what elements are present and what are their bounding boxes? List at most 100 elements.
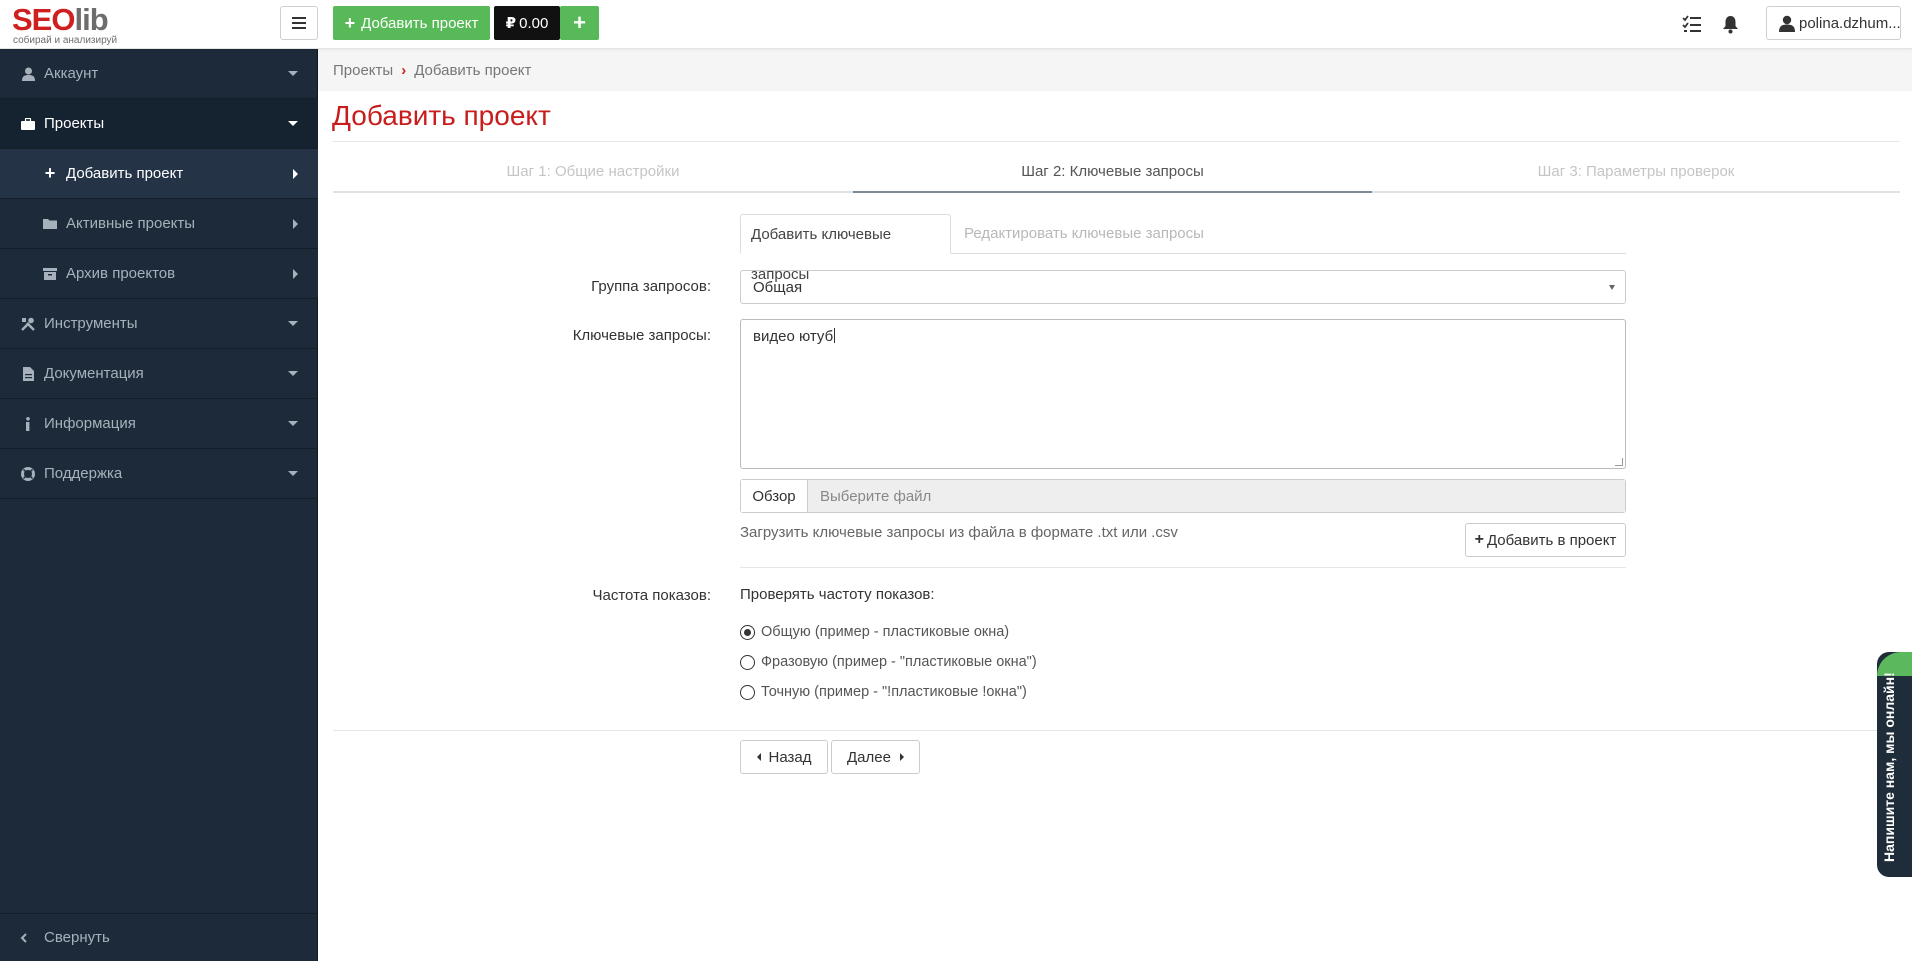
add-to-project-button[interactable]: + Добавить в проект bbox=[1465, 523, 1626, 557]
chat-widget[interactable]: Напишите нам, мы онлайн! bbox=[1877, 652, 1912, 877]
divider bbox=[333, 730, 1900, 731]
chevron-down-icon bbox=[1609, 285, 1615, 290]
ruble-icon: ₽ bbox=[505, 15, 517, 32]
caret-left-icon bbox=[756, 753, 761, 761]
tab-add-keywords[interactable]: Добавить ключевые запросы bbox=[740, 214, 951, 283]
group-select[interactable]: Общая bbox=[740, 270, 1626, 304]
sidebar-item-support[interactable]: Поддержка bbox=[0, 449, 318, 499]
sidebar-item-account[interactable]: Аккаунт bbox=[0, 49, 318, 99]
sidebar-item-label: Информация bbox=[44, 415, 136, 432]
document-icon bbox=[20, 366, 36, 382]
file-name-field[interactable]: Выберите файл bbox=[808, 480, 1625, 512]
radio-circle[interactable] bbox=[740, 654, 755, 670]
balance-value: 0.00 bbox=[519, 14, 549, 32]
logo-seo: SEO bbox=[12, 2, 75, 37]
top-bar: SEOlib собирай и анализируй + Добавить п… bbox=[0, 0, 1912, 49]
add-to-project-label: Добавить в проект bbox=[1486, 531, 1617, 549]
sidebar-item-add-project[interactable]: + Добавить проект bbox=[0, 149, 318, 199]
radio-label: Точную (пример - "!пластиковые !окна") bbox=[761, 684, 1027, 700]
back-button[interactable]: Назад bbox=[740, 740, 828, 774]
radio-label: Фразовую (пример - "пластиковые окна") bbox=[761, 654, 1037, 670]
user-menu-button[interactable]: polina.dzhum... bbox=[1766, 6, 1901, 40]
sidebar-item-documentation[interactable]: Документация bbox=[0, 349, 318, 399]
chevron-right-icon: › bbox=[401, 61, 407, 79]
balance-badge[interactable]: ₽ 0.00 bbox=[494, 6, 560, 40]
sidebar-item-tools[interactable]: Инструменты bbox=[0, 299, 318, 349]
bell-icon[interactable] bbox=[1718, 12, 1742, 36]
wizard-steps: Шаг 1: Общие настройки Шаг 2: Ключевые з… bbox=[333, 158, 1900, 193]
radio-label: Общую (пример - пластиковые окна) bbox=[761, 624, 1010, 640]
sidebar-item-active-projects[interactable]: Активные проекты bbox=[0, 199, 318, 249]
sidebar: Аккаунт Проекты + Добавить проект Активн… bbox=[0, 49, 318, 961]
sidebar-item-label: Поддержка bbox=[44, 465, 123, 482]
chevron-right-icon bbox=[293, 269, 298, 279]
file-input[interactable]: Обзор Выберите файл bbox=[740, 479, 1626, 513]
resize-handle[interactable] bbox=[1615, 458, 1623, 466]
chevron-down-icon bbox=[288, 321, 298, 326]
group-label: Группа запросов: bbox=[591, 278, 711, 295]
add-project-button[interactable]: + Добавить проект bbox=[333, 6, 490, 40]
sidebar-item-projects[interactable]: Проекты bbox=[0, 99, 318, 149]
info-icon bbox=[20, 416, 36, 432]
chevron-right-icon bbox=[293, 219, 298, 229]
sidebar-item-label: Инструменты bbox=[44, 315, 138, 332]
tools-icon bbox=[20, 316, 36, 332]
breadcrumb-current: Добавить проект bbox=[414, 61, 532, 79]
step-3[interactable]: Шаг 3: Параметры проверок bbox=[1372, 158, 1900, 193]
sidebar-item-label: Аккаунт bbox=[44, 65, 99, 82]
tasks-icon[interactable] bbox=[1680, 12, 1704, 36]
breadcrumb-projects-link[interactable]: Проекты bbox=[333, 62, 393, 79]
chevron-down-icon bbox=[288, 471, 298, 476]
chevron-down-icon bbox=[288, 371, 298, 376]
step-1[interactable]: Шаг 1: Общие настройки bbox=[333, 158, 853, 193]
menu-toggle-button[interactable] bbox=[280, 6, 318, 40]
hamburger-icon bbox=[292, 17, 306, 29]
step-2[interactable]: Шаг 2: Ключевые запросы bbox=[853, 158, 1372, 193]
add-project-label: Добавить проект bbox=[361, 14, 479, 32]
file-help-text: Загрузить ключевые запросы из файла в фо… bbox=[740, 524, 1178, 541]
radio-circle[interactable] bbox=[740, 624, 755, 640]
sidebar-item-label: Документация bbox=[44, 365, 144, 382]
sidebar-item-projects-archive[interactable]: Архив проектов bbox=[0, 249, 318, 299]
chevron-down-icon bbox=[288, 421, 298, 426]
user-name: polina.dzhum... bbox=[1799, 14, 1901, 32]
chevron-right-icon bbox=[293, 169, 298, 179]
logo-tagline: собирай и анализируй bbox=[13, 35, 118, 46]
top-up-balance-button[interactable]: + bbox=[560, 6, 599, 40]
sidebar-item-label: Активные проекты bbox=[66, 215, 196, 232]
logo-lib: lib bbox=[74, 2, 108, 37]
browse-button[interactable]: Обзор bbox=[741, 480, 808, 512]
lifebuoy-icon bbox=[20, 466, 36, 482]
sidebar-item-information[interactable]: Информация bbox=[0, 399, 318, 449]
keywords-label: Ключевые запросы: bbox=[572, 327, 711, 344]
keywords-textarea[interactable]: видео ютуб bbox=[740, 319, 1626, 469]
keywords-tabs: Добавить ключевые запросы Редактировать … bbox=[740, 214, 1626, 283]
text-cursor bbox=[834, 328, 836, 343]
logo[interactable]: SEOlib собирай и анализируй bbox=[12, 2, 132, 47]
folder-icon bbox=[42, 216, 58, 232]
tab-edit-keywords[interactable]: Редактировать ключевые запросы bbox=[954, 214, 1214, 254]
sidebar-item-label: Добавить проект bbox=[66, 165, 184, 182]
radio-frequency-exact[interactable]: Точную (пример - "!пластиковые !окна") bbox=[740, 682, 1027, 702]
radio-frequency-broad[interactable]: Общую (пример - пластиковые окна) bbox=[740, 622, 1009, 642]
breadcrumb: Проекты › Добавить проект bbox=[318, 49, 1912, 91]
next-button[interactable]: Далее bbox=[831, 740, 920, 774]
plus-icon: + bbox=[344, 12, 356, 33]
next-label: Далее bbox=[847, 748, 891, 766]
radio-dot bbox=[744, 628, 751, 636]
chevron-down-icon bbox=[288, 71, 298, 76]
frequency-label: Частота показов: bbox=[592, 587, 711, 604]
sidebar-item-label: Архив проектов bbox=[66, 265, 176, 282]
chat-label: Напишите нам, мы онлайн! bbox=[1881, 672, 1897, 862]
keywords-textarea-value: видео ютуб bbox=[753, 328, 834, 345]
back-label: Назад bbox=[768, 748, 812, 766]
sidebar-item-label: Проекты bbox=[44, 115, 105, 132]
group-select-value: Общая bbox=[753, 278, 803, 296]
chevron-down-icon bbox=[288, 121, 298, 126]
sidebar-collapse-button[interactable]: Свернуть bbox=[0, 913, 318, 961]
briefcase-icon bbox=[20, 116, 36, 132]
divider bbox=[740, 567, 1626, 568]
radio-frequency-phrase[interactable]: Фразовую (пример - "пластиковые окна") bbox=[740, 652, 1037, 672]
radio-circle[interactable] bbox=[740, 684, 755, 700]
sidebar-collapse-label: Свернуть bbox=[44, 929, 110, 946]
